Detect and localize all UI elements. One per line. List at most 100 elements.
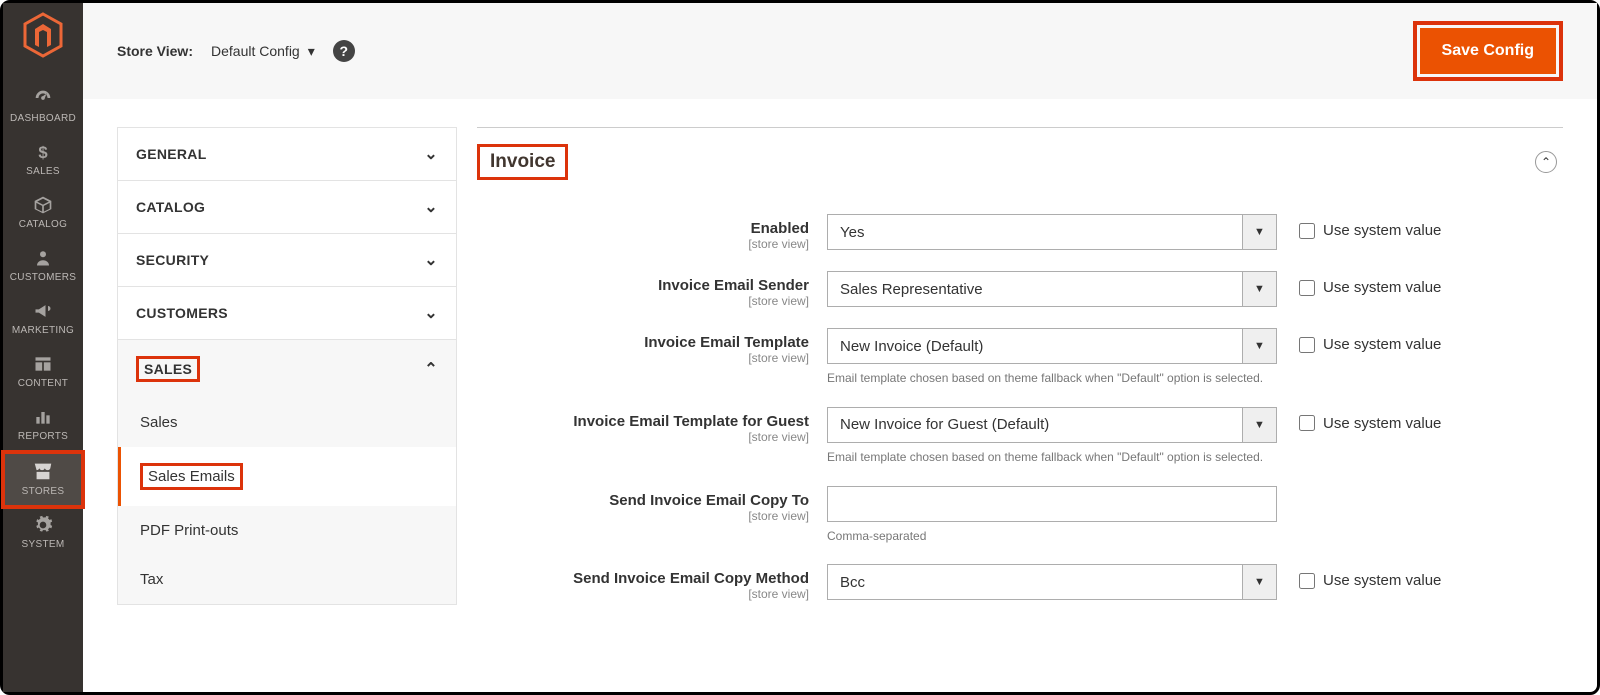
nav-catalog[interactable]: CATALOG (3, 187, 83, 240)
sender-select[interactable]: Sales Representative ▼ (827, 271, 1277, 307)
nav-customers[interactable]: CUSTOMERS (3, 240, 83, 293)
chevron-up-icon: ⌃ (424, 359, 438, 379)
field-input-col: Sales Representative ▼ (827, 271, 1277, 307)
store-view-label: Store View: (117, 43, 193, 59)
field-label: Enabled (751, 220, 809, 237)
config-section-general: GENERAL ⌄ (117, 127, 457, 180)
use-system-label: Use system value (1323, 572, 1441, 589)
field-guest-template: Invoice Email Template for Guest [store … (477, 407, 1563, 466)
field-input-col: New Invoice for Guest (Default) ▼ Email … (827, 407, 1277, 466)
admin-sidebar: DASHBOARD $ SALES CATALOG CUSTOMERS MARK… (3, 3, 83, 692)
select-value: Yes (828, 224, 1242, 241)
field-label-col: Invoice Email Template for Guest [store … (477, 407, 827, 444)
store-view-value: Default Config (211, 43, 300, 59)
config-section-label: SALES (136, 356, 200, 382)
sub-item-label: Tax (140, 571, 163, 588)
field-scope: [store view] (477, 509, 809, 523)
nav-content[interactable]: CONTENT (3, 346, 83, 399)
sub-item-pdf-printouts[interactable]: PDF Print-outs (118, 506, 456, 555)
sub-item-sales-emails[interactable]: Sales Emails (118, 447, 456, 506)
nav-label: DASHBOARD (10, 113, 76, 124)
field-scope: [store view] (477, 430, 809, 444)
help-icon[interactable]: ? (333, 40, 355, 62)
use-system-col: Use system value (1277, 328, 1441, 353)
person-icon (34, 248, 52, 268)
field-input-col: Yes ▼ (827, 214, 1277, 250)
copy-method-select[interactable]: Bcc ▼ (827, 564, 1277, 600)
use-system-label: Use system value (1323, 415, 1441, 432)
settings-header: Invoice ⌃ (477, 144, 1563, 180)
config-section-header[interactable]: SALES ⌃ (118, 340, 456, 398)
save-button-highlight: Save Config (1413, 21, 1563, 81)
config-section-header[interactable]: CATALOG ⌄ (118, 181, 456, 233)
nav-marketing[interactable]: MARKETING (3, 293, 83, 346)
use-system-checkbox[interactable] (1299, 223, 1315, 239)
use-system-col: Use system value (1277, 214, 1441, 239)
field-label-col: Enabled [store view] (477, 214, 827, 251)
chevron-down-icon: ⌄ (424, 144, 438, 164)
nav-dashboard[interactable]: DASHBOARD (3, 79, 83, 134)
field-scope: [store view] (477, 351, 809, 365)
field-input-col: Bcc ▼ (827, 564, 1277, 600)
svg-text:$: $ (38, 143, 48, 162)
enabled-select[interactable]: Yes ▼ (827, 214, 1277, 250)
caret-down-icon: ▼ (1242, 215, 1276, 249)
nav-label: REPORTS (18, 431, 68, 442)
use-system-col: Use system value (1277, 407, 1441, 432)
config-section-header[interactable]: SECURITY ⌄ (118, 234, 456, 286)
field-copy-method: Send Invoice Email Copy Method [store vi… (477, 564, 1563, 601)
sub-item-sales[interactable]: Sales (118, 398, 456, 447)
field-input-col: Comma-separated (827, 486, 1277, 545)
nav-reports[interactable]: REPORTS (3, 399, 83, 452)
sub-item-tax[interactable]: Tax (118, 555, 456, 604)
guest-template-select[interactable]: New Invoice for Guest (Default) ▼ (827, 407, 1277, 443)
megaphone-icon (33, 301, 53, 321)
select-value: Sales Representative (828, 281, 1242, 298)
use-system-checkbox[interactable] (1299, 573, 1315, 589)
use-system-checkbox[interactable] (1299, 337, 1315, 353)
settings-title: Invoice (477, 144, 568, 180)
config-section-body: Sales Sales Emails PDF Print-outs Tax (118, 398, 456, 604)
chevron-down-icon: ⌄ (424, 197, 438, 217)
bar-chart-icon (33, 407, 53, 427)
nav-label: MARKETING (12, 325, 74, 336)
magento-logo (19, 11, 67, 59)
use-system-checkbox[interactable] (1299, 280, 1315, 296)
store-view-selector[interactable]: Default Config ▾ (211, 43, 315, 60)
copy-to-input-wrap (827, 486, 1277, 522)
field-label: Invoice Email Template for Guest (573, 413, 809, 430)
settings-panel: Invoice ⌃ Enabled [store view] Yes ▼ (477, 127, 1563, 621)
chevron-down-icon: ⌄ (424, 303, 438, 323)
use-system-checkbox[interactable] (1299, 415, 1315, 431)
config-section-security: SECURITY ⌄ (117, 233, 457, 286)
nav-stores[interactable]: STORES (3, 452, 83, 507)
template-select[interactable]: New Invoice (Default) ▼ (827, 328, 1277, 364)
nav-label: CATALOG (19, 219, 67, 230)
use-system-label: Use system value (1323, 279, 1441, 296)
copy-to-input[interactable] (828, 487, 1276, 521)
use-system-label: Use system value (1323, 222, 1441, 239)
config-section-header[interactable]: CUSTOMERS ⌄ (118, 287, 456, 339)
field-template: Invoice Email Template [store view] New … (477, 328, 1563, 387)
magento-logo-icon (23, 12, 63, 58)
select-value: New Invoice (Default) (828, 338, 1242, 355)
field-helper: Email template chosen based on theme fal… (827, 449, 1277, 466)
field-label: Invoice Email Sender (658, 277, 809, 294)
save-config-button[interactable]: Save Config (1420, 28, 1556, 74)
nav-system[interactable]: SYSTEM (3, 507, 83, 560)
field-input-col: New Invoice (Default) ▼ Email template c… (827, 328, 1277, 387)
chevron-up-icon: ⌃ (1541, 155, 1551, 169)
config-nav: GENERAL ⌄ CATALOG ⌄ SECURITY ⌄ CUSTOMERS (117, 127, 457, 621)
select-value: New Invoice for Guest (Default) (828, 416, 1242, 433)
sub-item-label: Sales Emails (140, 463, 243, 490)
caret-down-icon: ▼ (1242, 272, 1276, 306)
config-section-sales: SALES ⌃ Sales Sales Emails PDF Print-out… (117, 339, 457, 605)
nav-sales[interactable]: $ SALES (3, 134, 83, 187)
field-scope: [store view] (477, 237, 809, 251)
content-row: GENERAL ⌄ CATALOG ⌄ SECURITY ⌄ CUSTOMERS (83, 99, 1597, 621)
config-section-header[interactable]: GENERAL ⌄ (118, 128, 456, 180)
sub-item-label: Sales (140, 414, 178, 431)
collapse-toggle[interactable]: ⌃ (1535, 151, 1557, 173)
field-label: Send Invoice Email Copy Method (573, 570, 809, 587)
box-icon (33, 195, 53, 215)
